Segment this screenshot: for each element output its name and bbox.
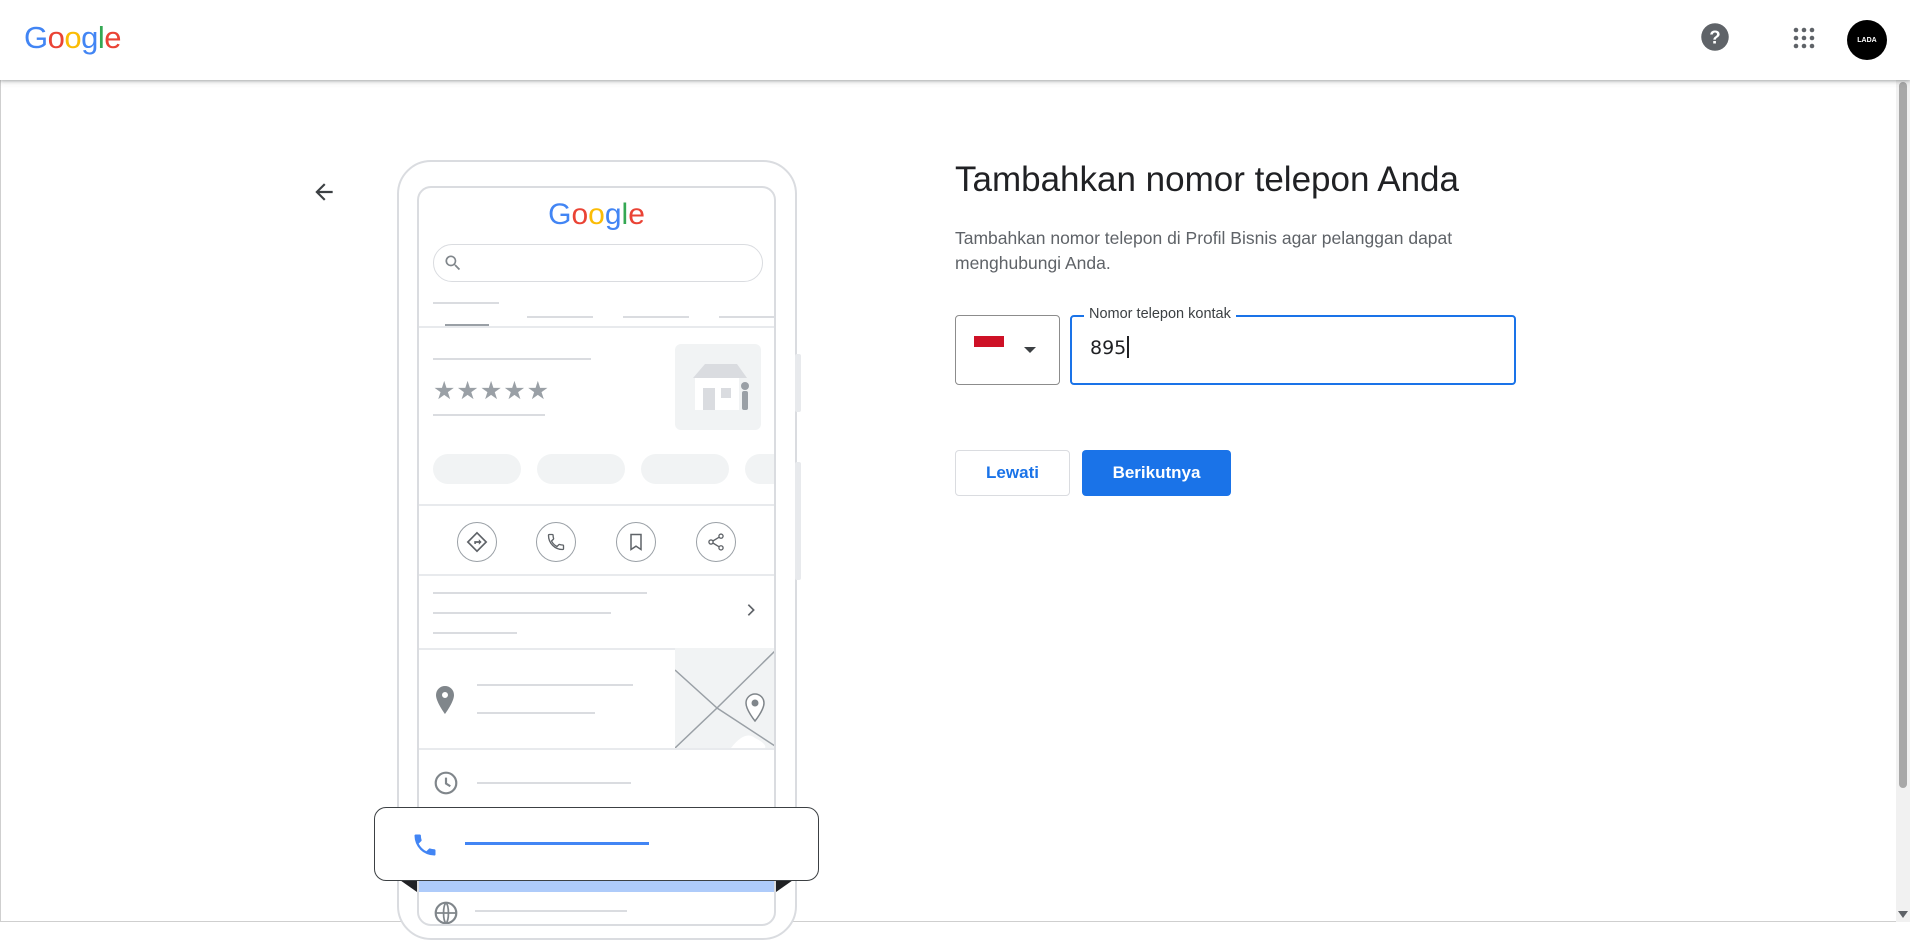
account-avatar[interactable]: LADA (1847, 20, 1887, 60)
divider (419, 504, 774, 506)
chip-placeholder (433, 454, 521, 484)
logo-letter: g (605, 198, 622, 231)
call-icon (536, 522, 576, 562)
dropdown-caret-icon (1024, 347, 1036, 353)
phone-number-field[interactable] (1070, 315, 1516, 385)
call-icon (411, 831, 439, 859)
text-placeholder-line (433, 414, 545, 416)
logo-letter: G (548, 198, 571, 231)
phone-number-callout (374, 807, 819, 881)
chip-placeholder (537, 454, 625, 484)
callout-text-line (465, 842, 649, 845)
scrollbar-thumb[interactable] (1899, 82, 1907, 788)
tab-line (527, 316, 593, 318)
text-placeholder-line (433, 632, 517, 634)
logo-letter: e (104, 20, 121, 55)
back-arrow-icon (311, 179, 337, 205)
logo-letter: o (48, 20, 65, 55)
next-button[interactable]: Berikutnya (1082, 450, 1231, 496)
location-pin-icon (435, 686, 455, 714)
search-icon (443, 253, 463, 273)
page-subtitle: Tambahkan nomor telepon di Profil Bisnis… (955, 226, 1515, 276)
divider (419, 748, 774, 750)
country-code-select[interactable] (955, 315, 1060, 385)
rating-stars: ★★★★★ (433, 376, 550, 406)
text-placeholder-line (433, 358, 591, 360)
apps-grid-icon[interactable] (1792, 26, 1816, 50)
phone-number-input[interactable]: 895 (1090, 336, 1129, 359)
text-placeholder-line (475, 910, 627, 912)
text-placeholder-line (433, 612, 611, 614)
back-button[interactable] (306, 174, 342, 210)
logo-letter: o (571, 198, 588, 231)
skip-button[interactable]: Lewati (955, 450, 1070, 496)
share-icon (696, 522, 736, 562)
chip-placeholder (641, 454, 729, 484)
svg-text:?: ? (1709, 26, 1720, 47)
tab-line (623, 316, 689, 318)
text-placeholder-line (477, 782, 631, 784)
tab-line (719, 316, 776, 318)
phone-side-button (795, 354, 801, 412)
chevron-right-icon (743, 602, 759, 618)
divider (419, 574, 774, 576)
page-title: Tambahkan nomor telepon Anda (955, 160, 1459, 200)
phone-number-label: Nomor telepon kontak (1084, 306, 1236, 322)
illustration-google-logo: Google (419, 198, 774, 232)
illustration-search-bar (433, 244, 763, 282)
map-thumbnail (675, 648, 776, 748)
avatar-text: LADA (1857, 37, 1876, 44)
scroll-down-arrow-icon[interactable] (1898, 911, 1908, 918)
business-thumbnail (675, 344, 761, 430)
tab-line (433, 302, 499, 304)
chip-placeholder (745, 454, 776, 484)
logo-letter: o (588, 198, 605, 231)
clock-icon (433, 770, 459, 796)
indonesia-flag-icon (974, 336, 1004, 358)
globe-icon (433, 900, 459, 926)
phone-side-button (795, 462, 801, 580)
logo-letter: g (81, 20, 98, 55)
text-placeholder-line (433, 592, 647, 594)
help-icon[interactable]: ? (1700, 22, 1730, 52)
text-placeholder-line (477, 712, 595, 714)
divider (419, 326, 774, 328)
google-logo[interactable]: Google (24, 20, 121, 56)
directions-icon (457, 522, 497, 562)
top-bar: Google ? LADA (0, 0, 1910, 80)
logo-letter: e (628, 198, 645, 231)
logo-letter: G (24, 20, 48, 55)
text-placeholder-line (477, 684, 633, 686)
logo-letter: o (64, 20, 81, 55)
bookmark-icon (616, 522, 656, 562)
